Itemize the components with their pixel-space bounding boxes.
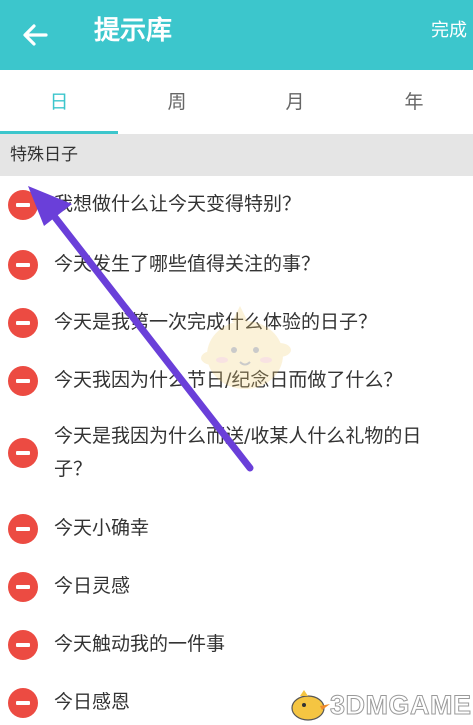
list-item[interactable]: 今天发生了哪些值得关注的事？ (0, 234, 473, 292)
tab-week[interactable]: 周 (118, 70, 236, 134)
remove-icon[interactable] (8, 438, 38, 468)
remove-icon[interactable] (8, 572, 38, 602)
list-item[interactable]: 今天我因为什么节日/纪念日而做了什么？ (0, 350, 473, 408)
list-item-text: 今天发生了哪些值得关注的事？ (54, 253, 321, 275)
tab-year[interactable]: 年 (355, 70, 473, 134)
list-item-text: 今天触动我的一件事 (54, 633, 226, 655)
back-button[interactable] (18, 18, 52, 52)
remove-icon[interactable] (8, 514, 38, 544)
list-item[interactable]: 今天是我第一次完成什么体验的日子？ (0, 292, 473, 350)
done-button[interactable]: 完成 (431, 18, 467, 44)
period-tabs: 日 周 月 年 (0, 70, 473, 134)
chick-logo-icon (291, 690, 330, 721)
remove-icon[interactable] (8, 630, 38, 660)
site-watermark: 3DMGAME (286, 688, 472, 722)
list-item[interactable]: 我想做什么让今天变得特别？ (0, 176, 473, 234)
section-header: 特殊日子 (0, 134, 473, 176)
list-item[interactable]: 今天触动我的一件事 (0, 614, 473, 672)
app-header: 提示库 完成 (0, 0, 473, 70)
remove-icon[interactable] (8, 366, 38, 396)
page-title: 提示库 (94, 16, 173, 46)
remove-icon[interactable] (8, 190, 38, 220)
watermark-text: 3DMGAME (330, 690, 472, 721)
tab-month[interactable]: 月 (236, 70, 354, 134)
list-item-text: 我想做什么让今天变得特别？ (54, 193, 302, 215)
arrow-left-icon (23, 24, 48, 46)
list-item[interactable]: 今天是我因为什么而送/收某人什么礼物的日子？ (0, 408, 473, 498)
remove-icon[interactable] (8, 688, 38, 718)
list-item-text: 今天我因为什么节日/纪念日而做了什么？ (54, 369, 403, 391)
list-item-text: 今天是我第一次完成什么体验的日子？ (54, 311, 378, 333)
remove-icon[interactable] (8, 308, 38, 338)
remove-icon[interactable] (8, 250, 38, 280)
list-item-text: 今天小确幸 (54, 517, 150, 539)
list-item[interactable]: 今日灵感 (0, 556, 473, 614)
list-item-text: 今天是我因为什么而送/收某人什么礼物的日子？ (54, 425, 422, 480)
list-item-text: 今日灵感 (54, 575, 131, 597)
tab-day[interactable]: 日 (0, 70, 118, 134)
list-item[interactable]: 今天小确幸 (0, 498, 473, 556)
